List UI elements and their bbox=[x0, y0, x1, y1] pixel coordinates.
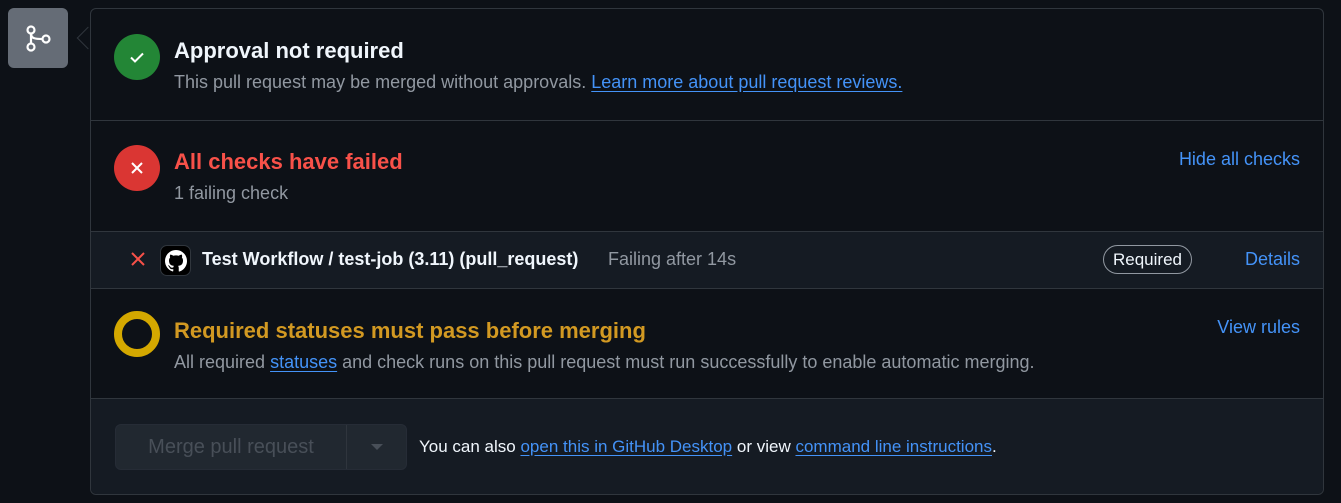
approval-desc: This pull request may be merged without … bbox=[174, 72, 587, 92]
check-icon bbox=[114, 34, 160, 80]
fail-x-icon bbox=[129, 250, 147, 273]
approval-title: Approval not required bbox=[174, 38, 404, 63]
required-title: Required statuses must pass before mergi… bbox=[174, 318, 646, 343]
or-view-text: or view bbox=[736, 437, 791, 456]
approval-section: Approval not required This pull request … bbox=[91, 9, 1323, 121]
required-text-end: and check runs on this pull request must… bbox=[342, 352, 1035, 372]
view-rules-link[interactable]: View rules bbox=[1217, 317, 1300, 338]
check-name[interactable]: Test Workflow / test-job (3.11) (pull_re… bbox=[202, 249, 578, 270]
hide-checks-link[interactable]: Hide all checks bbox=[1179, 149, 1300, 170]
required-text-start: All required bbox=[174, 352, 266, 372]
required-badge: Required bbox=[1103, 245, 1192, 274]
merge-section: Merge pull request You can also open thi… bbox=[91, 399, 1323, 494]
period: . bbox=[992, 437, 997, 456]
merge-box: Approval not required This pull request … bbox=[90, 8, 1324, 495]
check-row: Test Workflow / test-job (3.11) (pull_re… bbox=[91, 232, 1323, 289]
x-circle-icon bbox=[114, 145, 160, 191]
checks-subtitle: 1 failing check bbox=[174, 183, 289, 203]
github-desktop-link[interactable]: open this in GitHub Desktop bbox=[520, 437, 732, 456]
merge-alternatives: You can also open this in GitHub Desktop… bbox=[419, 437, 997, 457]
required-text: All required statuses and check runs on … bbox=[174, 352, 1034, 373]
merge-button-group: Merge pull request bbox=[115, 424, 407, 470]
also-text: You can also bbox=[419, 437, 516, 456]
git-merge-icon bbox=[8, 8, 68, 68]
checks-section: All checks have failed 1 failing check H… bbox=[91, 121, 1323, 232]
details-link[interactable]: Details bbox=[1245, 249, 1300, 270]
merge-pull-request-button[interactable]: Merge pull request bbox=[116, 425, 347, 469]
pending-ring-icon bbox=[114, 311, 160, 357]
checks-title: All checks have failed bbox=[174, 149, 403, 174]
merge-options-dropdown[interactable] bbox=[347, 425, 406, 469]
github-logo-icon bbox=[160, 245, 191, 276]
reviews-link[interactable]: Learn more about pull request reviews. bbox=[591, 72, 902, 92]
approval-text: This pull request may be merged without … bbox=[174, 72, 902, 93]
cli-instructions-link[interactable]: command line instructions bbox=[795, 437, 992, 456]
caret-down-icon bbox=[370, 444, 383, 450]
check-status: Failing after 14s bbox=[608, 249, 737, 269]
required-section: Required statuses must pass before mergi… bbox=[91, 289, 1323, 399]
statuses-link[interactable]: statuses bbox=[270, 352, 337, 372]
